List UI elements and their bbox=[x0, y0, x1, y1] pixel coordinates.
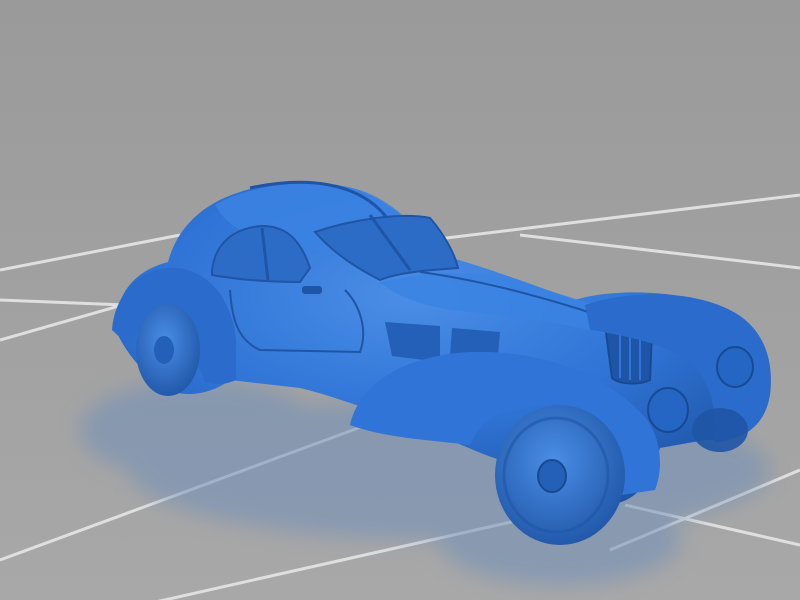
headlamp-near bbox=[647, 387, 689, 433]
front-wheel-far bbox=[692, 408, 748, 452]
door-handle bbox=[302, 286, 322, 294]
render-viewport bbox=[0, 0, 800, 600]
side-vent bbox=[385, 322, 440, 362]
front-hubcap bbox=[537, 459, 567, 493]
headlamp-far bbox=[716, 346, 754, 388]
rear-hubcap bbox=[154, 336, 174, 364]
scene-svg bbox=[0, 0, 800, 600]
side-vent bbox=[450, 328, 500, 356]
